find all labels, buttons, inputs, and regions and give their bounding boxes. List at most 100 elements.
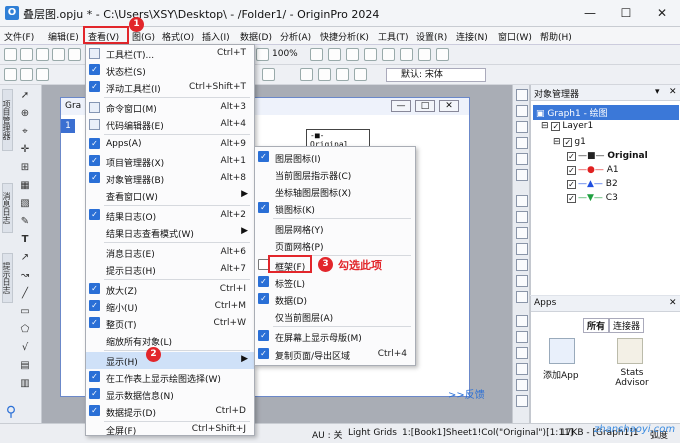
graph-tool-icon-19[interactable] — [516, 395, 528, 407]
menu-results-log-mode[interactable]: 结果日志查看模式(W) ▶ — [86, 224, 254, 241]
layer-icon[interactable] — [318, 68, 331, 81]
tree-plot-c3[interactable]: ✓ —▼— C3 — [567, 193, 618, 203]
feedback-link[interactable]: >>反馈 — [448, 386, 485, 401]
print-icon[interactable] — [310, 48, 323, 61]
new-folder-icon[interactable] — [20, 48, 33, 61]
open-icon[interactable] — [68, 48, 81, 61]
graph-tool-icon-11[interactable] — [516, 259, 528, 271]
maximize-button[interactable]: ☐ — [608, 0, 644, 27]
menu-message-log[interactable]: 消息日志(E) Alt+6 — [86, 244, 254, 261]
pin-icon[interactable]: ▾ — [655, 87, 660, 97]
arrow-tool-icon[interactable]: ➚ — [18, 89, 32, 103]
menu-data[interactable]: 数据(D) — [240, 30, 272, 43]
menu-format[interactable]: 格式(O) — [162, 30, 194, 43]
zoom-tool-icon[interactable]: ⊕ — [18, 107, 32, 121]
menu-zoom-in[interactable]: ✓ 放大(Z) Ctrl+I — [86, 281, 254, 298]
code-builder-icon[interactable] — [436, 48, 449, 61]
menu-window[interactable]: 窗口(W) — [498, 30, 532, 43]
align-icon[interactable] — [336, 68, 349, 81]
text-tool-icon[interactable]: T — [18, 233, 32, 247]
graph-tool-icon-8[interactable] — [516, 211, 528, 223]
mask-tool-icon[interactable]: ▧ — [18, 197, 32, 211]
graph-tool-icon-7[interactable] — [516, 195, 528, 207]
pointer-icon[interactable] — [4, 68, 17, 81]
data-reader-icon[interactable]: ✛ — [18, 143, 32, 157]
menu-code-builder[interactable]: 代码编辑器(E) Alt+4 — [86, 116, 254, 133]
layer-icon[interactable]: 1 — [61, 119, 75, 133]
menu-data-tips[interactable]: ✓ 数据提示(D) Ctrl+D — [86, 403, 254, 420]
menu-whole-page[interactable]: ✓ 整页(T) Ctrl+W — [86, 315, 254, 332]
new-graph-icon[interactable] — [52, 48, 65, 61]
zoom-icon[interactable] — [256, 48, 269, 61]
text-tool-icon[interactable] — [354, 68, 367, 81]
submenu-layer-grid[interactable]: 图层网格(Y) — [255, 220, 415, 237]
apps-tab-all[interactable]: 所有 — [583, 318, 610, 333]
paste-icon[interactable] — [346, 48, 359, 61]
apps-close-icon[interactable]: ✕ — [669, 298, 677, 308]
tree-layer-node[interactable]: ⊟ ✓ Layer1 — [541, 121, 593, 131]
graph-tool-icon-4[interactable] — [516, 137, 528, 149]
tab-project-explorer[interactable]: 项目管理器 — [2, 89, 13, 151]
graph-tool-icon-2[interactable] — [516, 105, 528, 117]
graph-tool-icon-3[interactable] — [516, 121, 528, 133]
search-icon[interactable]: ⚲ — [4, 405, 18, 419]
menu-quick-analysis[interactable]: 快捷分析(K) — [320, 30, 369, 43]
menu-view-window[interactable]: 查看窗口(W) ▶ — [86, 187, 254, 204]
menu-hint-log[interactable]: 提示日志(H) Alt+7 — [86, 261, 254, 278]
refresh-icon[interactable] — [364, 48, 377, 61]
menu-zoom-out[interactable]: ✓ 缩小(U) Ctrl+M — [86, 298, 254, 315]
graph-tool-icon-18[interactable] — [516, 379, 528, 391]
tree-plot-original[interactable]: ✓ —■— Original — [567, 151, 648, 161]
tree-plot-b2[interactable]: ✓ —▲— B2 — [567, 179, 618, 189]
menu-project-explorer[interactable]: ✓ 项目管理器(X) Alt+1 — [86, 153, 254, 170]
panel-close-icon[interactable]: ✕ — [669, 87, 677, 97]
menu-analysis[interactable]: 分析(A) — [280, 30, 311, 43]
graph-close-button[interactable]: ✕ — [439, 100, 459, 112]
menu-edit[interactable]: 编辑(E) — [48, 30, 79, 43]
equation-tool-icon[interactable]: √ — [18, 341, 32, 355]
menu-results-log[interactable]: ✓ 结果日志(O) Alt+2 — [86, 207, 254, 224]
insert-graph-icon[interactable]: ▤ — [18, 359, 32, 373]
graph-tool-icon-12[interactable] — [516, 275, 528, 287]
menu-floating-toolbar[interactable]: ✓ 浮动工具栏(I) Ctrl+Shift+T — [86, 79, 254, 96]
menu-command-window[interactable]: 命令窗口(M) Alt+3 — [86, 99, 254, 116]
submenu-copy-export-region[interactable]: ✓ 复制页面/导出区域 Ctrl+4 — [255, 346, 415, 363]
apps-tab-connectors[interactable]: 连接器 — [609, 318, 645, 333]
add-plot-icon[interactable] — [262, 68, 275, 81]
menu-full-screen[interactable]: 全屏(F) Ctrl+Shift+J — [86, 421, 254, 438]
graph-tool-icon-14[interactable] — [516, 315, 528, 327]
tree-graph-node[interactable]: ▣ Graph1 - 绘图 — [533, 105, 679, 120]
graph-tool-icon-9[interactable] — [516, 227, 528, 239]
submenu-data[interactable]: ✓ 数据(D) — [255, 291, 415, 308]
region-tool-icon[interactable]: ▦ — [18, 179, 32, 193]
new-project-icon[interactable] — [4, 48, 17, 61]
menu-insert[interactable]: 插入(I) — [202, 30, 230, 43]
data-selector-icon[interactable]: ⊞ — [18, 161, 32, 175]
stats-advisor-icon[interactable] — [617, 338, 643, 364]
zoom-in-icon[interactable] — [20, 68, 33, 81]
menu-object-manager[interactable]: ✓ 对象管理器(B) Alt+8 — [86, 170, 254, 187]
graph-tool-icon-13[interactable] — [516, 291, 528, 303]
menu-toolbars[interactable]: 工具栏(T)... Ctrl+T — [86, 45, 254, 62]
new-workbook-icon[interactable] — [36, 48, 49, 61]
tab-message-log[interactable]: 消息日志 — [2, 183, 13, 233]
graph-tool-icon-6[interactable] — [516, 169, 528, 181]
menu-settings[interactable]: 设置(R) — [416, 30, 447, 43]
line-tool-icon[interactable]: ╱ — [18, 287, 32, 301]
zoom-level[interactable]: 100% — [272, 49, 298, 59]
menu-connect[interactable]: 连接(N) — [456, 30, 488, 43]
menu-tools[interactable]: 工具(T) — [378, 30, 409, 43]
menu-help[interactable]: 帮助(H) — [540, 30, 572, 43]
graph-maximize-button[interactable]: □ — [415, 100, 435, 112]
submenu-show-master[interactable]: ✓ 在屏幕上显示母版(M) — [255, 328, 415, 345]
graph-tool-icon-15[interactable] — [516, 331, 528, 343]
menu-apps[interactable]: ✓ Apps(A) Alt+9 — [86, 136, 254, 153]
rectangle-tool-icon[interactable]: ▭ — [18, 305, 32, 319]
screen-reader-icon[interactable]: ⌖ — [18, 125, 32, 139]
merge-icon[interactable] — [300, 68, 313, 81]
graph-tool-icon-5[interactable] — [516, 153, 528, 165]
menu-file[interactable]: 文件(F) — [4, 30, 34, 43]
submenu-page-grid[interactable]: 页面网格(P) — [255, 237, 415, 254]
graph-tool-icon-10[interactable] — [516, 243, 528, 255]
results-log-icon[interactable] — [400, 48, 413, 61]
